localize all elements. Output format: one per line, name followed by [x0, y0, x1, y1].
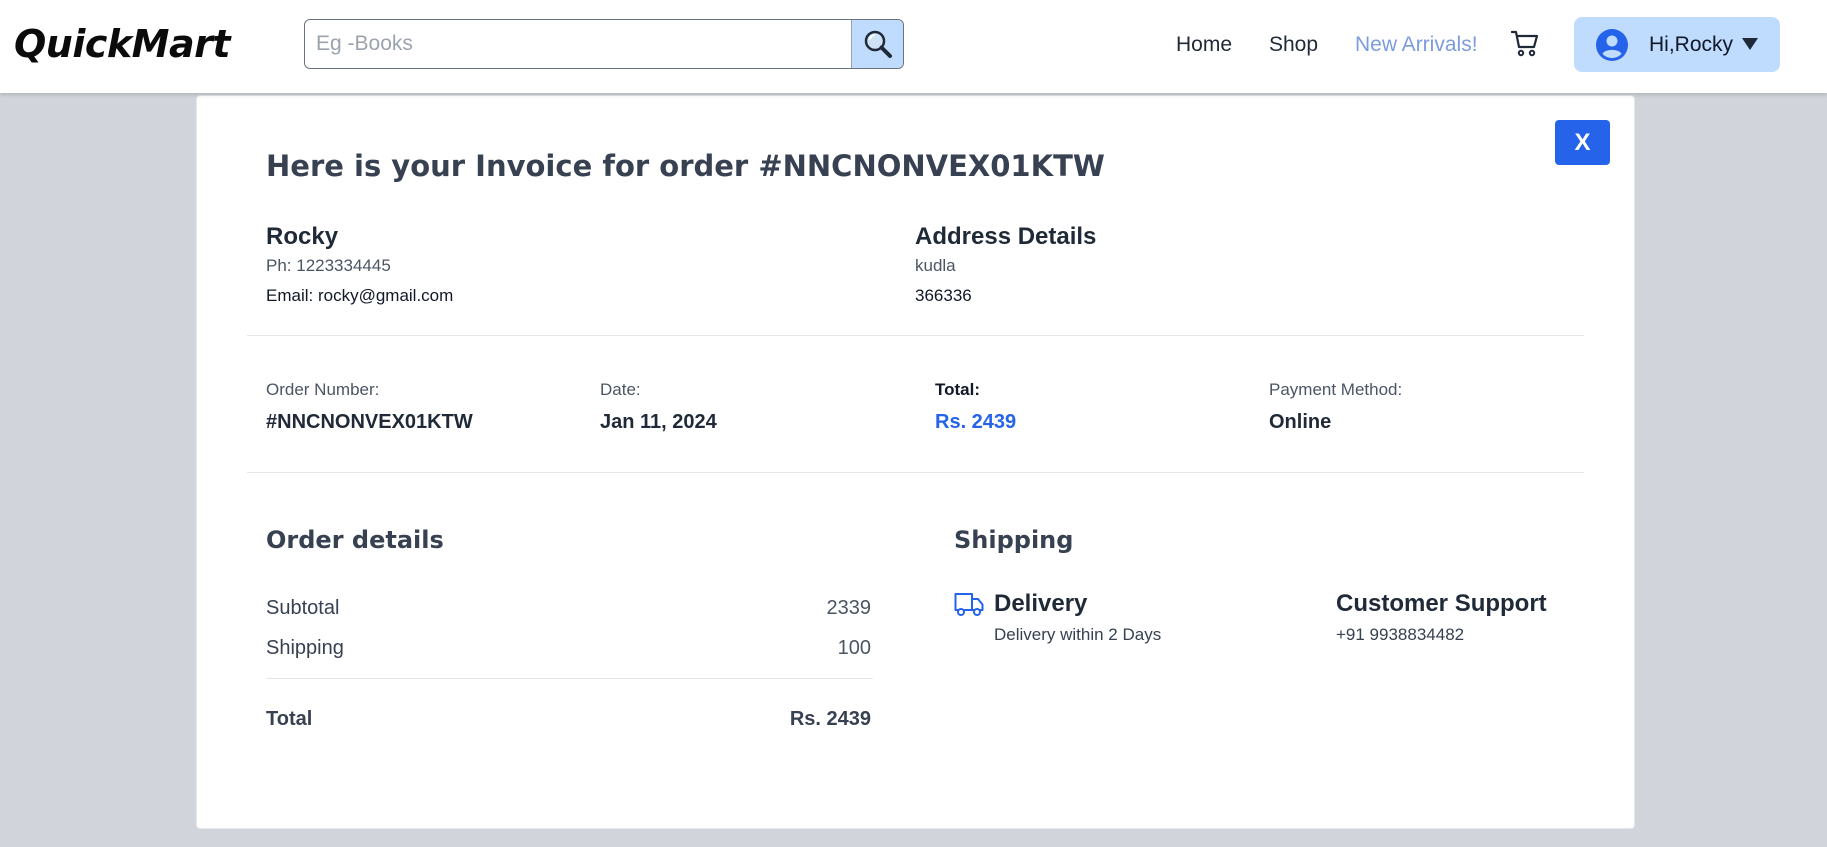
- order-number-label: Order Number:: [266, 380, 380, 399]
- subtotal-label: Subtotal: [266, 597, 340, 619]
- invoice-title: Here is your Invoice for order #NNCNONVE…: [266, 149, 1105, 183]
- address-heading: Address Details: [915, 223, 1097, 250]
- date-value: Jan 11, 2024: [600, 411, 717, 433]
- order-total-label: Total: [266, 708, 313, 730]
- search-input[interactable]: [305, 20, 851, 68]
- payment-method-value: Online: [1269, 411, 1332, 433]
- customer-name: Rocky: [266, 223, 339, 250]
- caret-down-icon: [1742, 38, 1758, 50]
- nav-shop[interactable]: Shop: [1269, 33, 1318, 57]
- delivery-title: Delivery: [994, 590, 1088, 617]
- customer-support-title: Customer Support: [1336, 590, 1547, 617]
- nav-home[interactable]: Home: [1176, 33, 1232, 57]
- address-line-1: kudla: [915, 256, 956, 275]
- subtotal-value: 2339: [826, 597, 872, 619]
- customer-support-phone: +91 9938834482: [1336, 625, 1465, 644]
- summary-rule: [266, 678, 873, 679]
- search-icon: [864, 30, 892, 58]
- navbar: QuickMart Home Shop New Arrivals! Hi,Roc…: [0, 0, 1827, 93]
- divider: [247, 472, 1584, 473]
- cart-icon[interactable]: [1510, 28, 1540, 58]
- invoice-modal: X Here is your Invoice for order #NNCNON…: [196, 95, 1635, 829]
- order-number-value: #NNCNONVEX01KTW: [266, 411, 473, 433]
- order-details-heading: Order details: [266, 526, 444, 554]
- search-button[interactable]: [851, 20, 903, 68]
- logo[interactable]: QuickMart: [14, 22, 231, 66]
- nav-new-arrivals[interactable]: New Arrivals!: [1355, 33, 1478, 57]
- user-avatar-icon: [1596, 29, 1628, 61]
- user-menu-button[interactable]: Hi,Rocky: [1574, 17, 1780, 72]
- shipping-heading: Shipping: [954, 526, 1074, 554]
- payment-method-label: Payment Method:: [1269, 380, 1403, 399]
- customer-phone: Ph: 1223334445: [266, 256, 391, 275]
- date-label: Date:: [600, 380, 641, 399]
- delivery-subtitle: Delivery within 2 Days: [994, 625, 1162, 644]
- shipping-label: Shipping: [266, 637, 344, 659]
- truck-icon: [954, 593, 984, 616]
- customer-email: Email: rocky@gmail.com: [266, 286, 454, 305]
- total-label: Total:: [935, 380, 981, 399]
- search-bar: [304, 19, 904, 69]
- order-total-value: Rs. 2439: [789, 708, 871, 730]
- close-button[interactable]: X: [1555, 120, 1610, 165]
- shipping-value: 100: [837, 637, 871, 659]
- divider: [247, 335, 1584, 336]
- user-greeting: Hi,Rocky: [1649, 33, 1734, 56]
- address-line-2: 366336: [915, 286, 972, 305]
- total-value: Rs. 2439: [935, 411, 1017, 433]
